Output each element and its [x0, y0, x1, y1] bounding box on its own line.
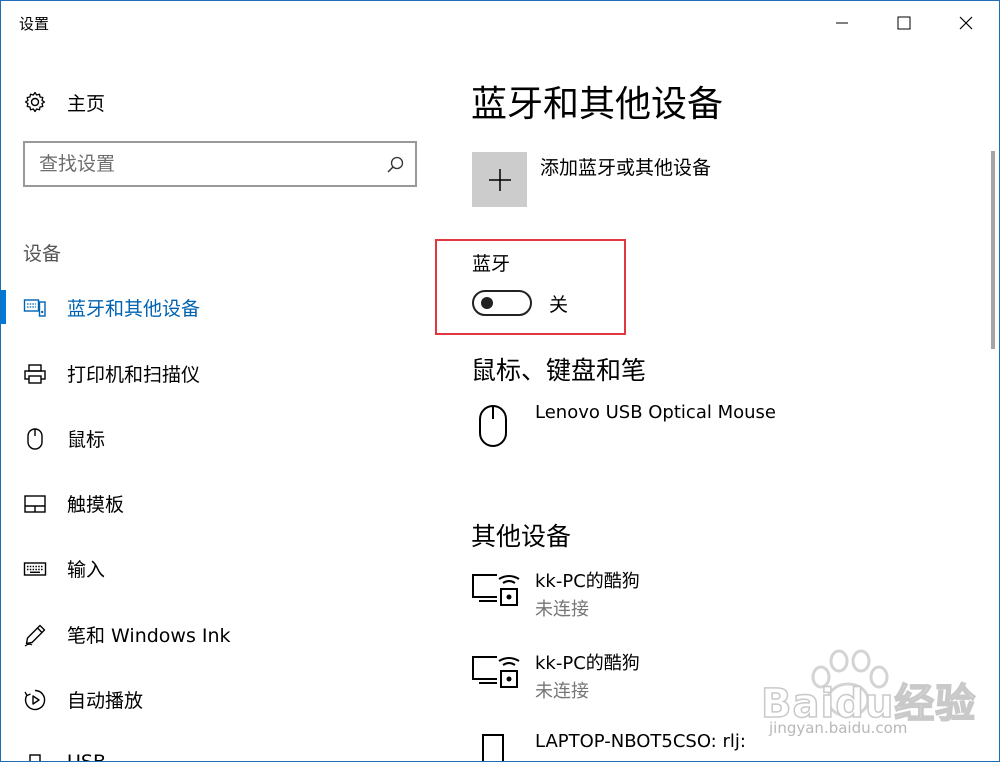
home-link[interactable]: 主页: [23, 87, 105, 117]
sidebar-item-label: 打印机和扫描仪: [67, 364, 201, 386]
active-indicator: [1, 290, 6, 324]
content-scrollbar[interactable]: [991, 151, 995, 349]
mouse-keyboard-pen-heading: 鼠标、键盘和笔: [471, 356, 647, 385]
close-icon: [959, 16, 973, 30]
device-item[interactable]: Lenovo USB Optical Mouse: [471, 402, 951, 462]
sidebar-item-label: USB: [67, 751, 106, 761]
mouse-device-icon: [479, 405, 507, 447]
mouse-icon: [23, 427, 47, 451]
sidebar-item-usb[interactable]: USB: [1, 739, 441, 761]
other-devices-heading: 其他设备: [471, 522, 572, 551]
device-status: 未连接: [535, 599, 589, 620]
close-button[interactable]: [935, 1, 997, 45]
sidebar-item-label: 触摸板: [67, 494, 125, 516]
maximize-button[interactable]: [873, 1, 935, 45]
usb-icon: [23, 753, 47, 761]
gear-icon: [24, 91, 46, 113]
sidebar: 主页 设备 蓝牙和其他设备 打印机和扫描仪: [1, 45, 441, 761]
add-device-button[interactable]: [472, 152, 527, 207]
home-label: 主页: [67, 92, 106, 115]
pen-icon: [23, 623, 47, 647]
sidebar-item-bluetooth[interactable]: 蓝牙和其他设备: [1, 282, 441, 332]
bluetooth-devices-icon: [23, 296, 47, 320]
add-device-label[interactable]: 添加蓝牙或其他设备: [540, 153, 711, 180]
section-title-devices: 设备: [23, 243, 62, 265]
device-status: 未连接: [535, 681, 589, 702]
search-icon[interactable]: [385, 155, 405, 175]
device-name: LAPTOP-NBOT5CSO: rlj:: [535, 731, 746, 752]
sidebar-item-autoplay[interactable]: 自动播放: [1, 674, 441, 724]
sidebar-item-mouse[interactable]: 鼠标: [1, 413, 441, 463]
sidebar-item-label: 输入: [67, 559, 106, 581]
sidebar-item-label: 笔和 Windows Ink: [67, 625, 231, 647]
printer-icon: [23, 362, 47, 386]
minimize-button[interactable]: [811, 1, 873, 45]
device-name: kk-PC的酷狗: [535, 571, 640, 592]
sidebar-item-touchpad[interactable]: 触摸板: [1, 478, 441, 528]
media-device-icon: [472, 656, 520, 688]
sidebar-item-label: 鼠标: [67, 429, 106, 451]
page-title: 蓝牙和其他设备: [471, 84, 724, 125]
media-device-icon: [472, 574, 520, 606]
sidebar-item-pen[interactable]: 笔和 Windows Ink: [1, 609, 441, 659]
sidebar-item-typing[interactable]: 输入: [1, 543, 441, 593]
bluetooth-highlight-box: [435, 239, 626, 335]
keyboard-icon: [23, 557, 47, 581]
minimize-icon: [836, 22, 848, 24]
autoplay-icon: [23, 688, 47, 712]
touchpad-icon: [23, 492, 47, 516]
sidebar-item-label: 蓝牙和其他设备: [67, 298, 201, 320]
baidu-watermark: Baidu经验 jingyan.baidu.com: [753, 649, 976, 743]
sidebar-item-label: 自动播放: [67, 690, 144, 712]
watermark-url: jingyan.baidu.com: [769, 719, 908, 737]
title-bar: 设置: [1, 1, 999, 45]
maximize-icon: [897, 16, 911, 30]
phone-device-icon: [482, 734, 504, 761]
device-name: Lenovo USB Optical Mouse: [535, 402, 776, 423]
sidebar-item-printers[interactable]: 打印机和扫描仪: [1, 348, 441, 398]
search-box[interactable]: [23, 141, 417, 187]
window-title: 设置: [19, 15, 50, 33]
device-item[interactable]: kk-PC的酷狗 未连接: [471, 567, 951, 627]
device-name: kk-PC的酷狗: [535, 653, 640, 674]
search-input[interactable]: [39, 151, 379, 177]
plus-icon: [488, 168, 511, 191]
settings-window: 设置 主页 设备: [0, 0, 1000, 762]
